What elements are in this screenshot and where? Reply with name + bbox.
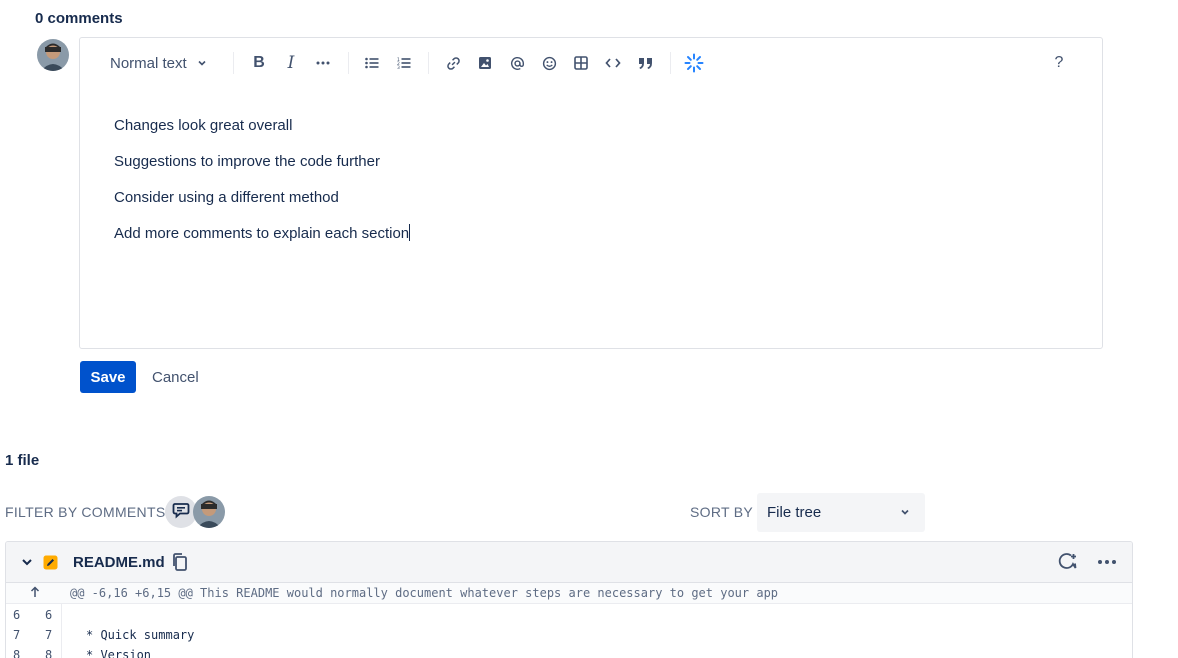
copy-icon[interactable]: [171, 552, 189, 577]
file-diff: README.md @@ -6,16 +6,15 @@ This README …: [5, 541, 1133, 658]
toolbar-divider: [348, 52, 349, 74]
numbered-list-icon[interactable]: 123: [391, 51, 417, 75]
editor-paragraph: Consider using a different method: [114, 189, 339, 206]
hunk-header-text: @@ -6,16 +6,15 @@ This README would norm…: [70, 586, 779, 600]
more-formatting-icon[interactable]: [310, 51, 336, 75]
image-icon[interactable]: [472, 51, 498, 75]
text-style-label: Normal text: [110, 54, 187, 72]
hunk-header: @@ -6,16 +6,15 @@ This README would norm…: [6, 583, 1132, 604]
mention-icon[interactable]: [504, 51, 530, 75]
toolbar-divider: [233, 52, 234, 74]
ai-loading-icon[interactable]: [681, 51, 707, 75]
chevron-down-icon: [899, 505, 911, 522]
code-icon[interactable]: [600, 51, 626, 75]
filter-by-comments-label: FILTER BY COMMENTS: [5, 504, 166, 520]
collapse-chevron-icon[interactable]: [20, 555, 34, 574]
files-count-title: 1 file: [5, 452, 40, 469]
svg-text:3: 3: [397, 65, 400, 69]
file-diff-header: README.md: [6, 542, 1132, 583]
diff-line[interactable]: 6 6: [6, 605, 1132, 625]
comment-editor[interactable]: Normal text B I 123 ? Changes look great…: [79, 37, 1103, 349]
comments-count-title: 0 comments: [35, 10, 123, 27]
cancel-button[interactable]: Cancel: [144, 361, 207, 393]
editor-paragraph-text: Add more comments to explain each sectio…: [114, 225, 410, 242]
new-line-number: 6: [45, 608, 53, 622]
bullet-list-icon[interactable]: [359, 51, 385, 75]
editor-toolbar: Normal text B I 123 ?: [80, 38, 1102, 88]
sort-by-select[interactable]: File tree: [757, 493, 925, 532]
new-line-number: 7: [45, 628, 53, 642]
save-button[interactable]: Save: [80, 361, 136, 393]
expand-up-icon[interactable]: [28, 585, 42, 604]
diff-line[interactable]: 8 8 * Version: [6, 645, 1132, 658]
help-icon[interactable]: ?: [1046, 51, 1072, 75]
bold-icon[interactable]: B: [246, 51, 272, 75]
user-avatar: [37, 39, 69, 71]
diff-line[interactable]: 7 7 * Quick summary: [6, 625, 1132, 645]
sort-by-value: File tree: [767, 504, 822, 521]
old-line-number: 8: [13, 648, 21, 658]
add-comment-icon[interactable]: [1057, 552, 1079, 577]
italic-icon[interactable]: I: [278, 51, 304, 75]
text-caret: [409, 224, 411, 241]
text-style-dropdown[interactable]: Normal text: [102, 51, 220, 75]
toolbar-divider: [670, 52, 671, 74]
chevron-down-icon: [197, 55, 207, 72]
code-line: * Quick summary: [86, 628, 195, 642]
toolbar-divider: [428, 52, 429, 74]
new-line-number: 8: [45, 648, 53, 658]
code-line: * Version: [86, 648, 152, 658]
more-options-icon[interactable]: [1096, 552, 1118, 577]
editor-content[interactable]: Changes look great overall Suggestions t…: [114, 108, 1014, 252]
modified-file-icon: [43, 555, 58, 575]
old-line-number: 7: [13, 628, 21, 642]
editor-paragraph: Suggestions to improve the code further: [114, 153, 380, 170]
quote-icon[interactable]: [632, 51, 658, 75]
emoji-icon[interactable]: [536, 51, 562, 75]
diff-filename[interactable]: README.md: [73, 554, 165, 571]
table-icon[interactable]: [568, 51, 594, 75]
link-icon[interactable]: [440, 51, 466, 75]
sort-by-label: SORT BY: [690, 504, 754, 520]
old-line-number: 6: [13, 608, 21, 622]
comment-icon: [172, 501, 190, 524]
editor-paragraph: Changes look great overall: [114, 117, 293, 134]
editor-paragraph-last: Add more comments to explain each sectio…: [114, 216, 1014, 252]
filter-user-avatar[interactable]: [193, 496, 225, 528]
